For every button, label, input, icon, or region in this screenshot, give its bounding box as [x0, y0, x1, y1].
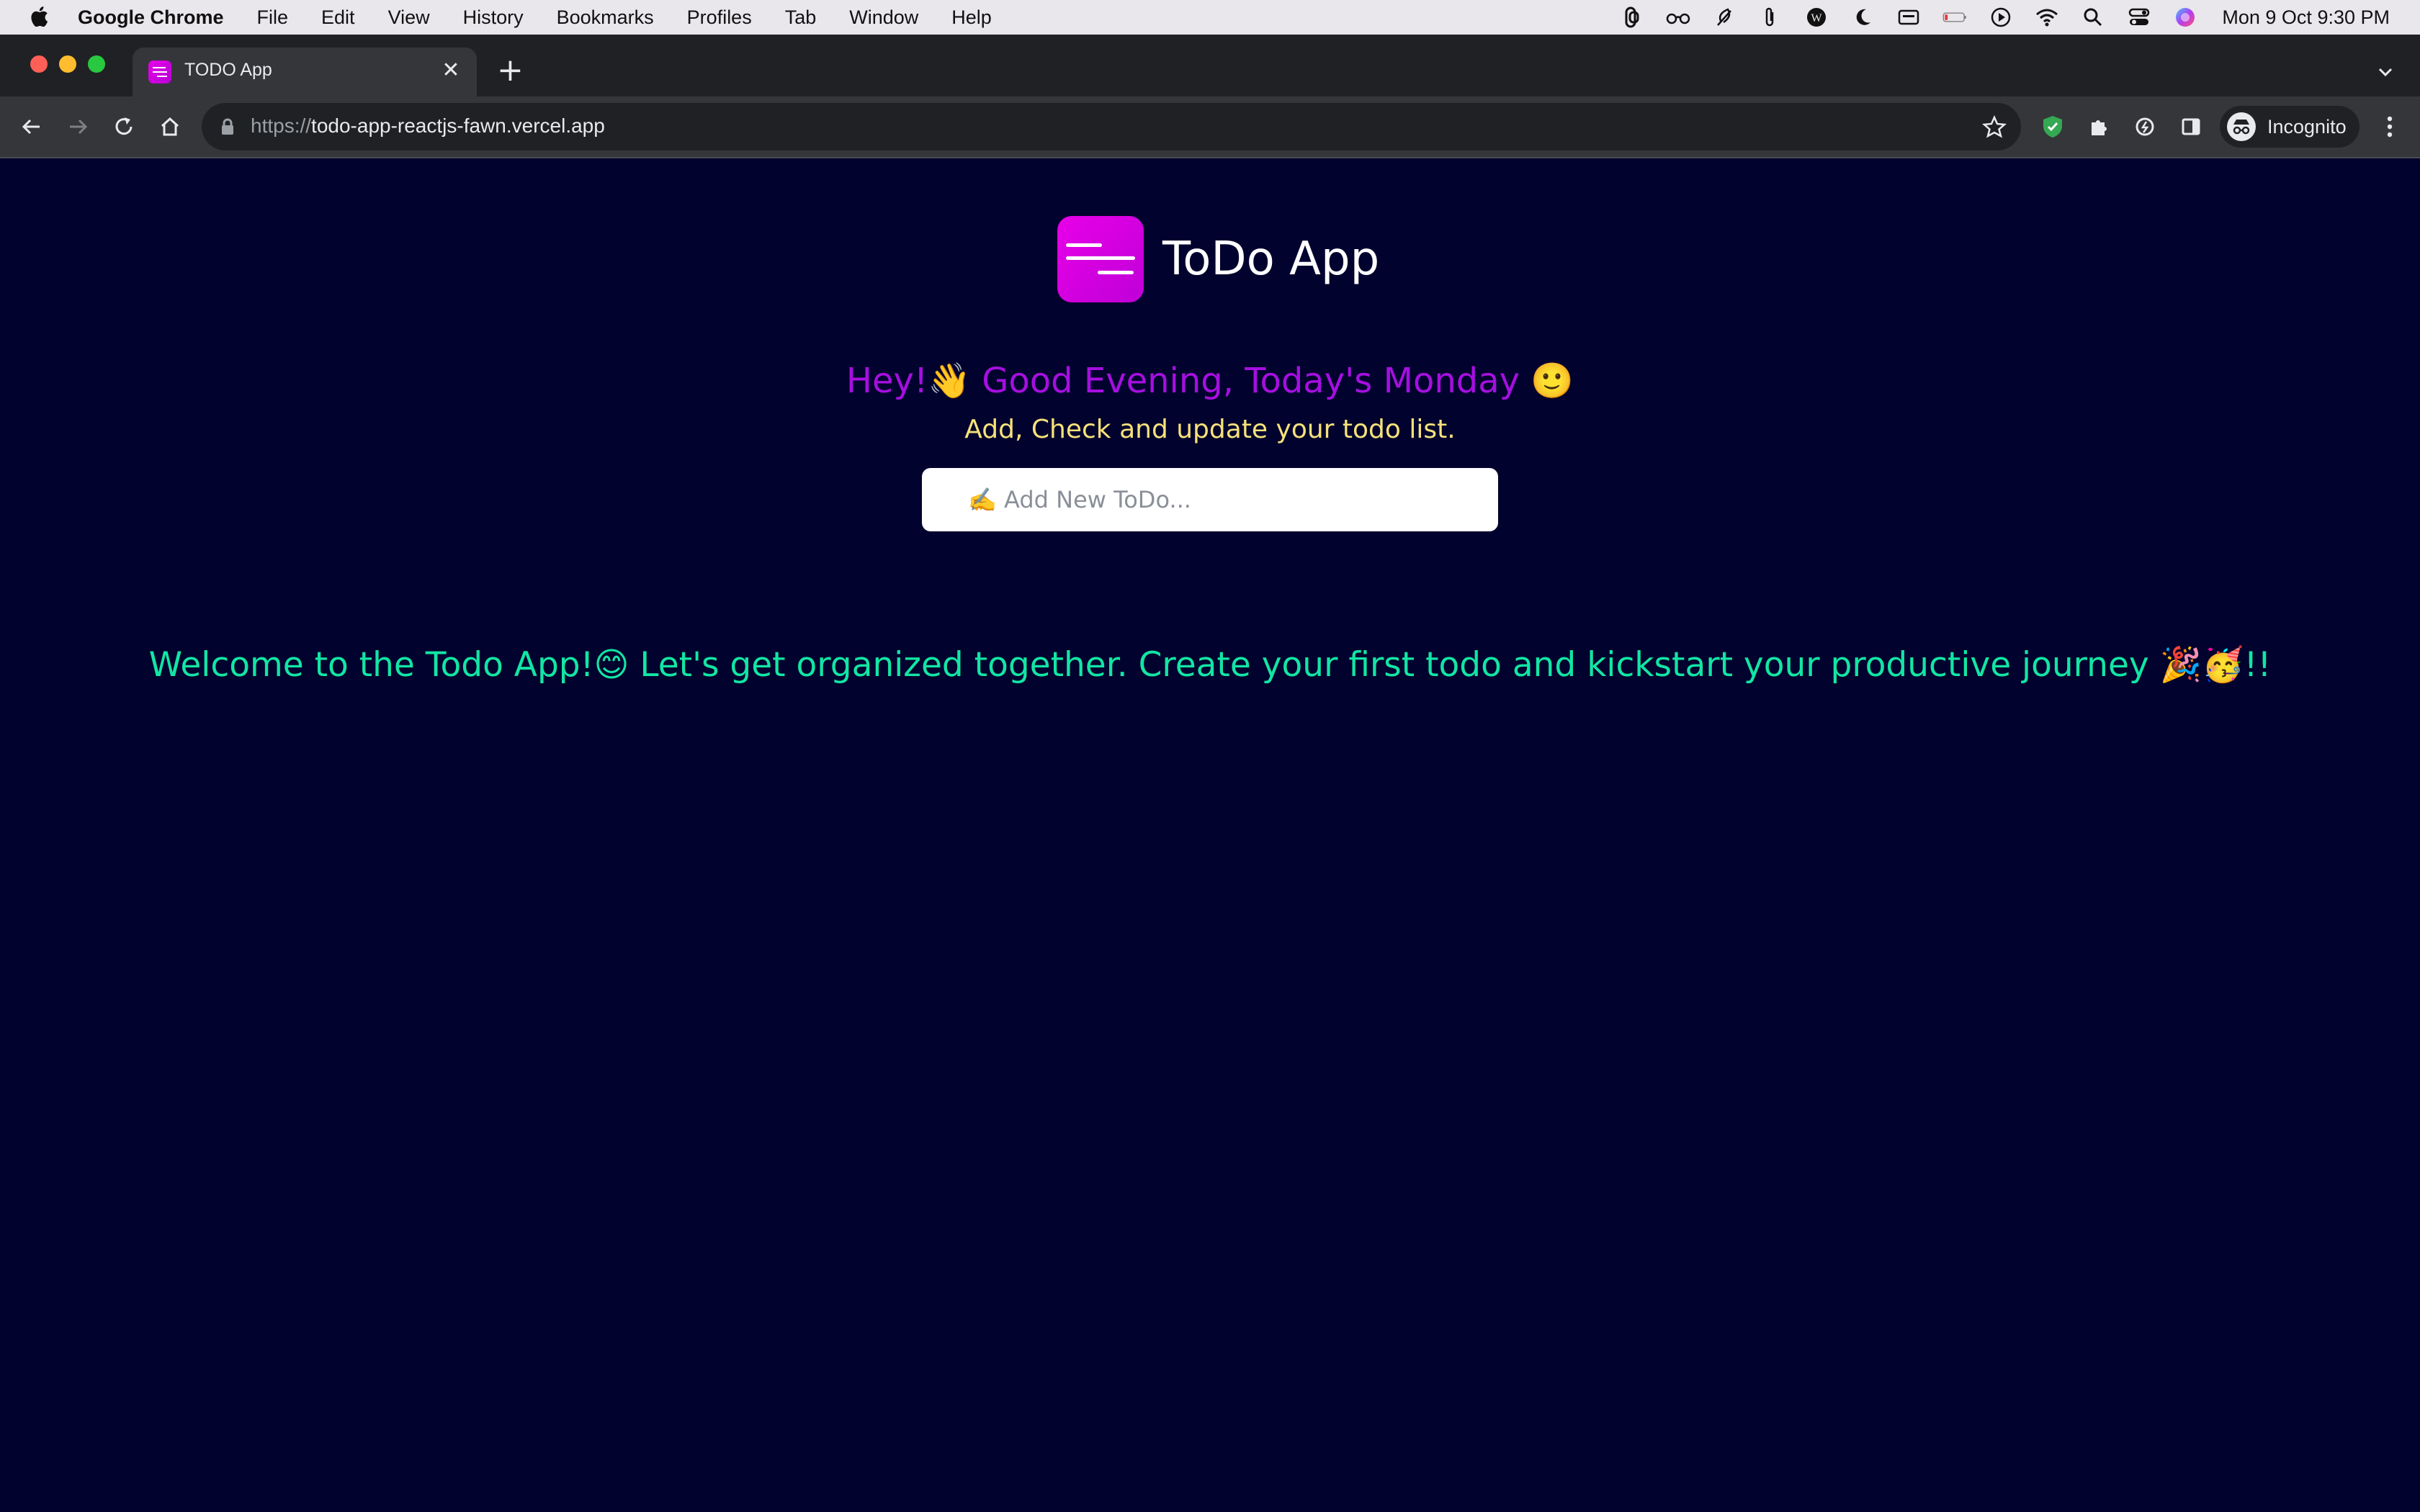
wifi-icon[interactable] [2035, 5, 2059, 30]
glasses-icon[interactable] [1666, 5, 1690, 30]
tab-title: TODO App [184, 60, 272, 80]
app-logo-icon [1057, 216, 1144, 302]
browser-toolbar: https://todo-app-reactjs-fawn.vercel.app… [0, 96, 2420, 158]
arrow-right-icon [70, 119, 88, 135]
keyboard-icon[interactable] [1896, 5, 1921, 30]
incognito-profile-button[interactable]: Incognito [2220, 106, 2360, 148]
siri-icon[interactable] [2173, 5, 2197, 30]
menu-window[interactable]: Window [849, 6, 918, 29]
wordpress-icon[interactable]: W [1804, 5, 1829, 30]
url-text[interactable]: https://todo-app-reactjs-fawn.vercel.app [251, 114, 605, 138]
macos-menu-bar: Google Chrome File Edit View History Boo… [0, 0, 2420, 35]
control-center-icon[interactable] [2127, 5, 2151, 30]
home-button[interactable] [154, 111, 186, 143]
menu-file[interactable]: File [257, 6, 289, 29]
play-icon[interactable] [1989, 5, 2013, 30]
reload-icon [115, 117, 133, 135]
close-window-button[interactable] [30, 55, 48, 73]
reload-button[interactable] [108, 111, 140, 143]
todo-app-page: ToDo App Hey!👋 Good Evening, Today's Mon… [0, 158, 2420, 1512]
url-scheme: https:// [251, 114, 312, 137]
favicon-icon [148, 60, 171, 84]
back-button[interactable] [16, 111, 48, 143]
app-header: ToDo App [1057, 216, 1379, 302]
menu-edit[interactable]: Edit [321, 6, 355, 29]
chrome-menu-button[interactable] [2375, 112, 2404, 141]
menu-app-name[interactable]: Google Chrome [78, 6, 224, 29]
new-todo-input[interactable] [922, 468, 1498, 531]
speedometer-icon [2136, 117, 2154, 136]
forward-button[interactable] [62, 111, 94, 143]
status-icons: W Mon 9 Oct 9:30 PM [1598, 0, 2390, 35]
more-vertical-icon [2387, 116, 2393, 138]
extensions-button[interactable] [2083, 111, 2115, 143]
welcome-message: Welcome to the Todo App!😊 Let's get orga… [148, 645, 2272, 685]
performance-button[interactable] [2129, 111, 2161, 143]
app-title: ToDo App [1162, 233, 1380, 286]
lock-icon[interactable] [219, 117, 236, 136]
menu-bookmarks[interactable]: Bookmarks [557, 6, 654, 29]
menu-profiles[interactable]: Profiles [687, 6, 752, 29]
side-panel-button[interactable] [2175, 111, 2207, 143]
profile-label: Incognito [2267, 115, 2347, 138]
address-bar[interactable]: https://todo-app-reactjs-fawn.vercel.app [202, 103, 2021, 150]
apple-logo-icon[interactable] [27, 4, 49, 29]
paperclip-icon[interactable] [1758, 5, 1783, 30]
puzzle-icon [2092, 120, 2107, 135]
home-icon [161, 117, 179, 136]
subtitle-text: Add, Check and update your todo list. [964, 415, 1456, 444]
tab-search-chevron-icon[interactable] [2372, 59, 2398, 85]
menu-tab[interactable]: Tab [785, 6, 817, 29]
browser-tab-strip: TODO App ✕ + [0, 35, 2420, 96]
bookmark-star-icon[interactable] [1982, 114, 2007, 139]
greeting-heading: Hey!👋 Good Evening, Today's Monday 🙂 [846, 361, 1574, 401]
browser-tab-active[interactable]: TODO App ✕ [133, 48, 477, 96]
svg-text:W: W [1811, 12, 1823, 24]
arrow-left-icon [22, 119, 40, 135]
battery-icon[interactable] [1942, 5, 1967, 30]
side-panel-icon [2182, 118, 2200, 135]
feather-icon[interactable] [1712, 5, 1736, 30]
search-icon[interactable] [2081, 5, 2105, 30]
menu-help[interactable]: Help [951, 6, 992, 29]
moon-icon[interactable] [1850, 5, 1875, 30]
menubar-clock[interactable]: Mon 9 Oct 9:30 PM [2222, 6, 2390, 29]
url-host: todo-app-reactjs-fawn.vercel.app [311, 114, 605, 137]
shield-icon [2043, 116, 2062, 138]
link-icon[interactable] [1620, 5, 1644, 30]
menu-history[interactable]: History [463, 6, 524, 29]
shield-extension-button[interactable] [2037, 111, 2069, 143]
incognito-icon [2227, 112, 2256, 141]
minimize-window-button[interactable] [59, 55, 76, 73]
close-tab-icon[interactable]: ✕ [438, 58, 464, 84]
window-controls [30, 55, 117, 73]
new-tab-button[interactable]: + [497, 55, 524, 86]
menu-view[interactable]: View [388, 6, 430, 29]
zoom-window-button[interactable] [88, 55, 105, 73]
